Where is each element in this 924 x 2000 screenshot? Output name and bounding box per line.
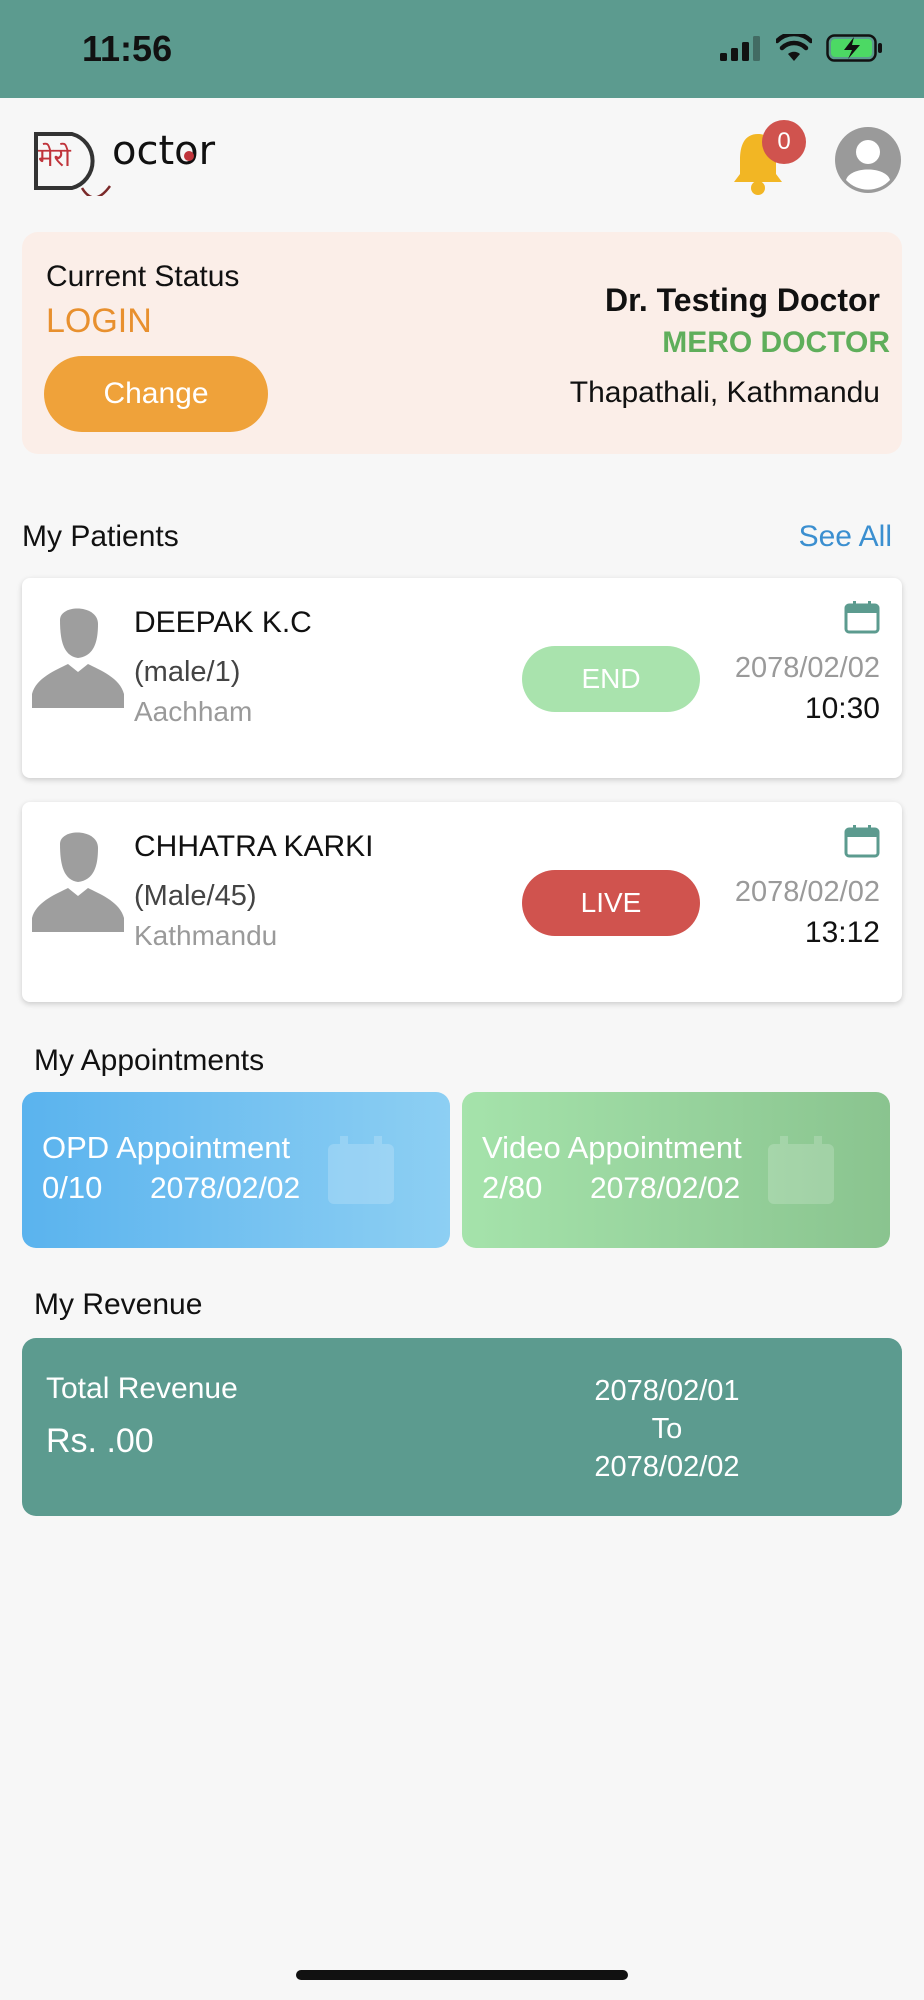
opd-appointment-count: 0/10 (42, 1170, 103, 1205)
appointment-time: 13:12 (804, 916, 880, 949)
wifi-icon (776, 34, 812, 61)
doctor-name: Dr. Testing Doctor (605, 282, 880, 318)
notification-badge[interactable]: 0 (762, 120, 806, 164)
patient-card[interactable]: CHHATRA KARKI (Male/45) Kathmandu LIVE 2… (22, 802, 902, 1002)
revenue-from-date: 2078/02/01 (594, 1375, 740, 1407)
app-header: मेरो octor 0 (0, 98, 924, 228)
calendar-watermark-icon (768, 1136, 834, 1204)
revenue-to-label: To (651, 1413, 683, 1445)
patient-status-pill[interactable]: LIVE (522, 870, 700, 936)
revenue-card[interactable]: Total Revenue Rs. .00 2078/02/01 To 2078… (22, 1338, 902, 1516)
mero-doctor-logo: मेरो octor (34, 128, 216, 196)
total-revenue-value: Rs. .00 (46, 1422, 154, 1460)
revenue-date-range: 2078/02/01 To 2078/02/02 (582, 1372, 752, 1486)
my-appointments-title: My Appointments (34, 1044, 265, 1077)
calendar-watermark-icon (328, 1136, 394, 1204)
appointment-date: 2078/02/02 (734, 876, 880, 908)
patient-address: Aachham (134, 696, 253, 727)
video-appointment-card[interactable]: Video Appointment 2/80 2078/02/02 (462, 1092, 890, 1248)
patient-avatar-icon (32, 608, 124, 708)
opd-appointment-title: OPD Appointment (42, 1130, 291, 1165)
patient-address: Kathmandu (134, 920, 278, 951)
calendar-icon (844, 825, 880, 858)
opd-appointment-card[interactable]: OPD Appointment 0/10 2078/02/02 (22, 1092, 450, 1248)
video-appointment-count: 2/80 (482, 1170, 543, 1205)
battery-charging-icon (826, 34, 882, 62)
appointment-date: 2078/02/02 (734, 652, 880, 684)
patient-card[interactable]: DEEPAK K.C (male/1) Aachham END 2078/02/… (22, 578, 902, 778)
my-patients-title: My Patients (22, 520, 179, 553)
total-revenue-label: Total Revenue (46, 1372, 238, 1405)
patient-name: DEEPAK K.C (134, 606, 312, 639)
current-status-label: Current Status (46, 260, 240, 293)
current-status-value: LOGIN (46, 302, 152, 340)
status-icons (720, 34, 884, 62)
doctor-location: Thapathali, Kathmandu (569, 376, 880, 409)
opd-appointment-date: 2078/02/02 (150, 1172, 301, 1205)
patient-gender-age: (Male/45) (134, 880, 257, 912)
patient-name: CHHATRA KARKI (134, 830, 374, 863)
my-revenue-title: My Revenue (34, 1288, 203, 1321)
patient-avatar-icon (32, 832, 124, 932)
revenue-to-date: 2078/02/02 (594, 1451, 740, 1483)
video-appointment-title: Video Appointment (482, 1130, 742, 1165)
current-status-card: Current Status LOGIN Change Dr. Testing … (22, 232, 902, 454)
patient-gender-age: (male/1) (134, 656, 241, 688)
logo-devanagari: मेरो (38, 142, 72, 173)
home-indicator[interactable] (296, 1970, 628, 1980)
signal-icon (720, 36, 760, 61)
doctor-organization: MERO DOCTOR (662, 326, 890, 359)
see-all-patients-link[interactable]: See All (799, 520, 892, 554)
status-bar: 11:56 (0, 0, 924, 98)
svg-text:octor: octor (112, 128, 216, 174)
change-status-button[interactable]: Change (44, 356, 268, 432)
status-time: 11:56 (82, 28, 173, 69)
appointment-time: 10:30 (804, 692, 880, 725)
profile-avatar-icon[interactable] (834, 126, 902, 194)
video-appointment-date: 2078/02/02 (590, 1172, 741, 1205)
calendar-icon (844, 601, 880, 634)
patient-status-pill[interactable]: END (522, 646, 700, 712)
